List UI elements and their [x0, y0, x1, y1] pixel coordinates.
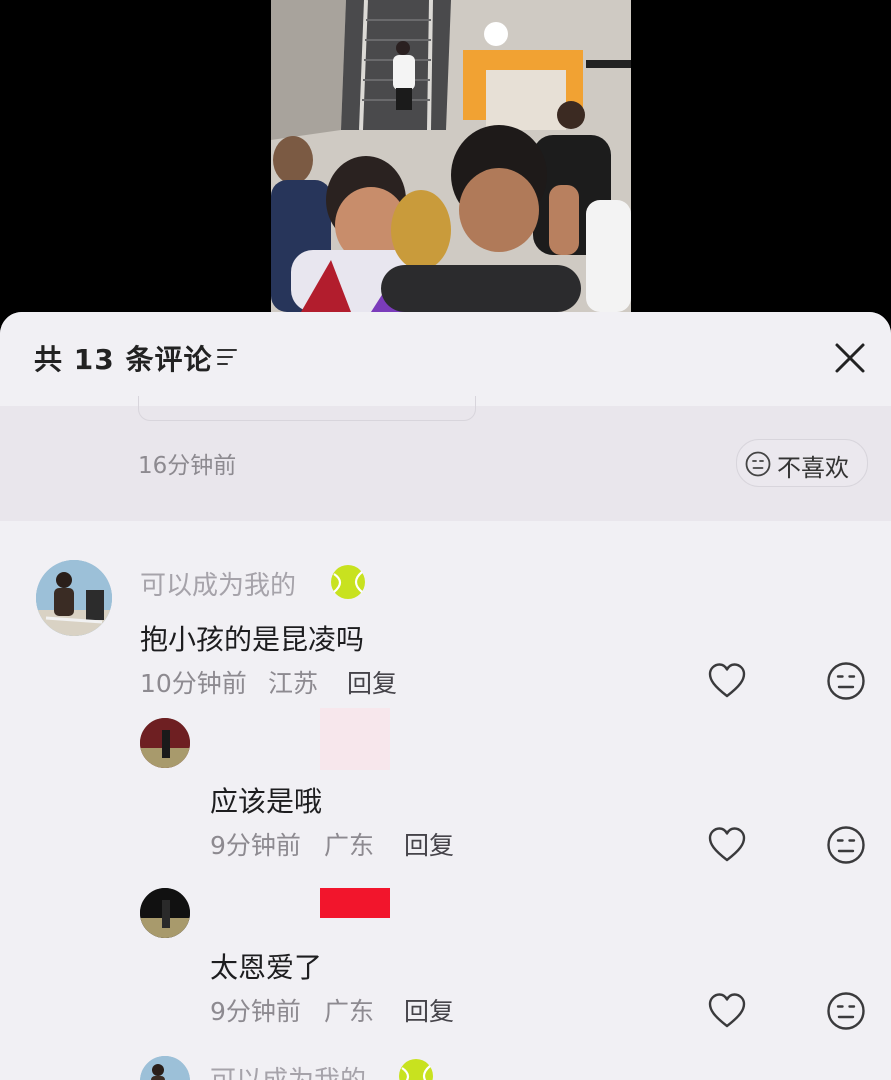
dislike-face-icon[interactable] [826, 661, 866, 701]
dislike-face-icon[interactable] [826, 825, 866, 865]
avatar[interactable] [140, 718, 190, 768]
heart-icon[interactable] [707, 825, 747, 865]
comment-item: 可以成为我的 抱小孩的是昆凌吗 10分钟前 江苏 回复 [0, 552, 891, 702]
avatar-image [140, 718, 190, 768]
comment-username[interactable]: 可以成为我的 [210, 1060, 366, 1080]
comment-location: 江苏 [268, 669, 319, 698]
neutral-face-icon [745, 451, 771, 477]
dislike-face-icon[interactable] [826, 991, 866, 1031]
avatar-image [140, 1056, 190, 1080]
tennis-ball-icon [331, 565, 365, 599]
comment-text: 应该是哦 [210, 785, 323, 818]
reply-button[interactable]: 回复 [347, 664, 397, 700]
reply-button[interactable]: 回复 [404, 992, 454, 1028]
dislike-label: 不喜欢 [777, 454, 849, 482]
comment-time: 9分钟前 [210, 997, 301, 1026]
avatar-image [140, 888, 190, 938]
previous-comment: 16分钟前 不喜欢 [0, 396, 891, 521]
video-player[interactable] [0, 0, 891, 312]
comment-time: 9分钟前 [210, 831, 301, 860]
dislike-button[interactable]: 不喜欢 [736, 439, 868, 487]
video-scene-image [271, 0, 631, 312]
redacted-area [320, 888, 390, 918]
heart-icon[interactable] [707, 991, 747, 1031]
sort-lines-icon[interactable] [216, 346, 238, 368]
redacted-area [320, 708, 390, 770]
previous-comment-bubble [138, 396, 476, 421]
avatar-image [36, 560, 112, 636]
video-frame[interactable] [271, 0, 631, 312]
comment-username[interactable]: 可以成为我的 [140, 565, 296, 602]
reply-item: 太恩爱了 9分钟前 广东 回复 [0, 880, 891, 1030]
comment-location: 广东 [324, 831, 375, 860]
comment-count-title: 共 13 条评论 [34, 343, 213, 376]
heart-icon[interactable] [707, 661, 747, 701]
close-icon[interactable] [832, 340, 868, 376]
reply-button[interactable]: 回复 [404, 826, 454, 862]
avatar[interactable] [140, 1056, 190, 1080]
avatar[interactable] [36, 560, 112, 636]
comment-text: 抱小孩的是昆凌吗 [140, 623, 365, 656]
comment-text: 太恩爱了 [210, 951, 323, 984]
tennis-ball-icon [399, 1059, 433, 1080]
comment-panel: 共 13 条评论 16分钟前 不喜欢 可以成为我的 抱小孩的是昆凌吗 10分钟前… [0, 312, 891, 1080]
comment-header: 共 13 条评论 [0, 312, 891, 406]
reply-item: 可以成为我的 [0, 1052, 891, 1080]
previous-comment-time: 16分钟前 [138, 453, 237, 479]
comment-time: 10分钟前 [140, 669, 247, 698]
avatar[interactable] [140, 888, 190, 938]
reply-item: 应该是哦 9分钟前 广东 回复 [0, 708, 891, 868]
comment-location: 广东 [324, 997, 375, 1026]
